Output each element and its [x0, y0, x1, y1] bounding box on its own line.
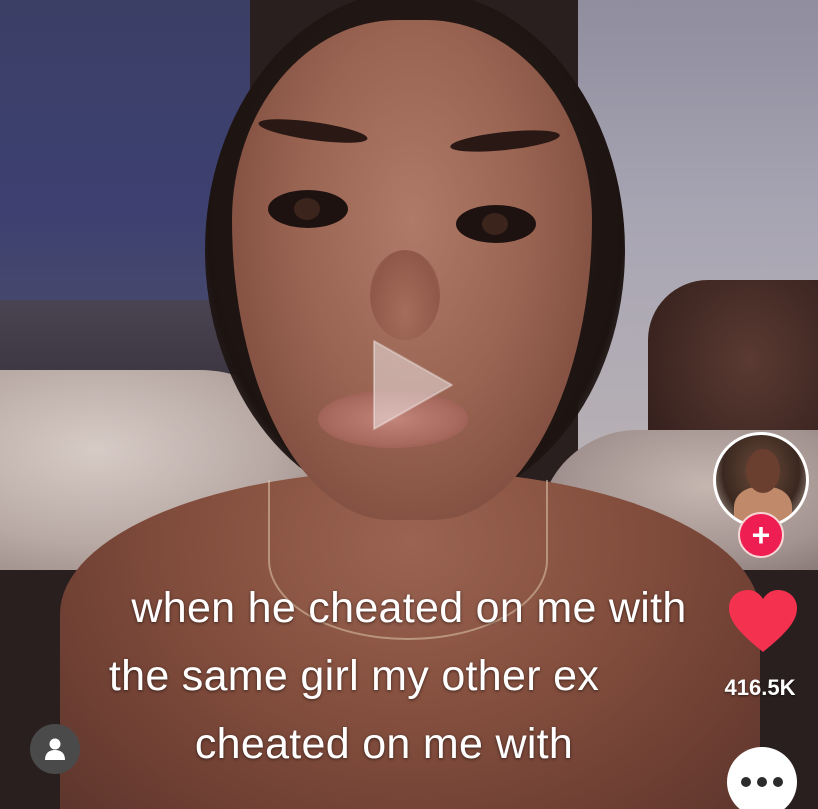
avatar-figure-face	[746, 449, 780, 493]
person-nose	[370, 250, 440, 340]
heart-icon	[729, 590, 797, 652]
follow-button[interactable]: +	[738, 512, 784, 558]
person-icon	[45, 738, 65, 760]
person-eye-right	[456, 205, 536, 243]
video-frame[interactable]: when he cheated on me with the same girl…	[0, 0, 818, 809]
person-eye-left	[268, 190, 348, 228]
person-necklace	[268, 480, 548, 640]
plus-icon: +	[751, 517, 771, 553]
dot	[757, 777, 767, 787]
dot	[773, 777, 783, 787]
dot	[741, 777, 751, 787]
like-count: 416.5K	[724, 675, 796, 700]
play-icon[interactable]	[368, 335, 458, 435]
like-button[interactable]	[727, 588, 799, 656]
profile-button[interactable]	[30, 724, 80, 774]
more-dots-icon[interactable]	[727, 747, 797, 809]
